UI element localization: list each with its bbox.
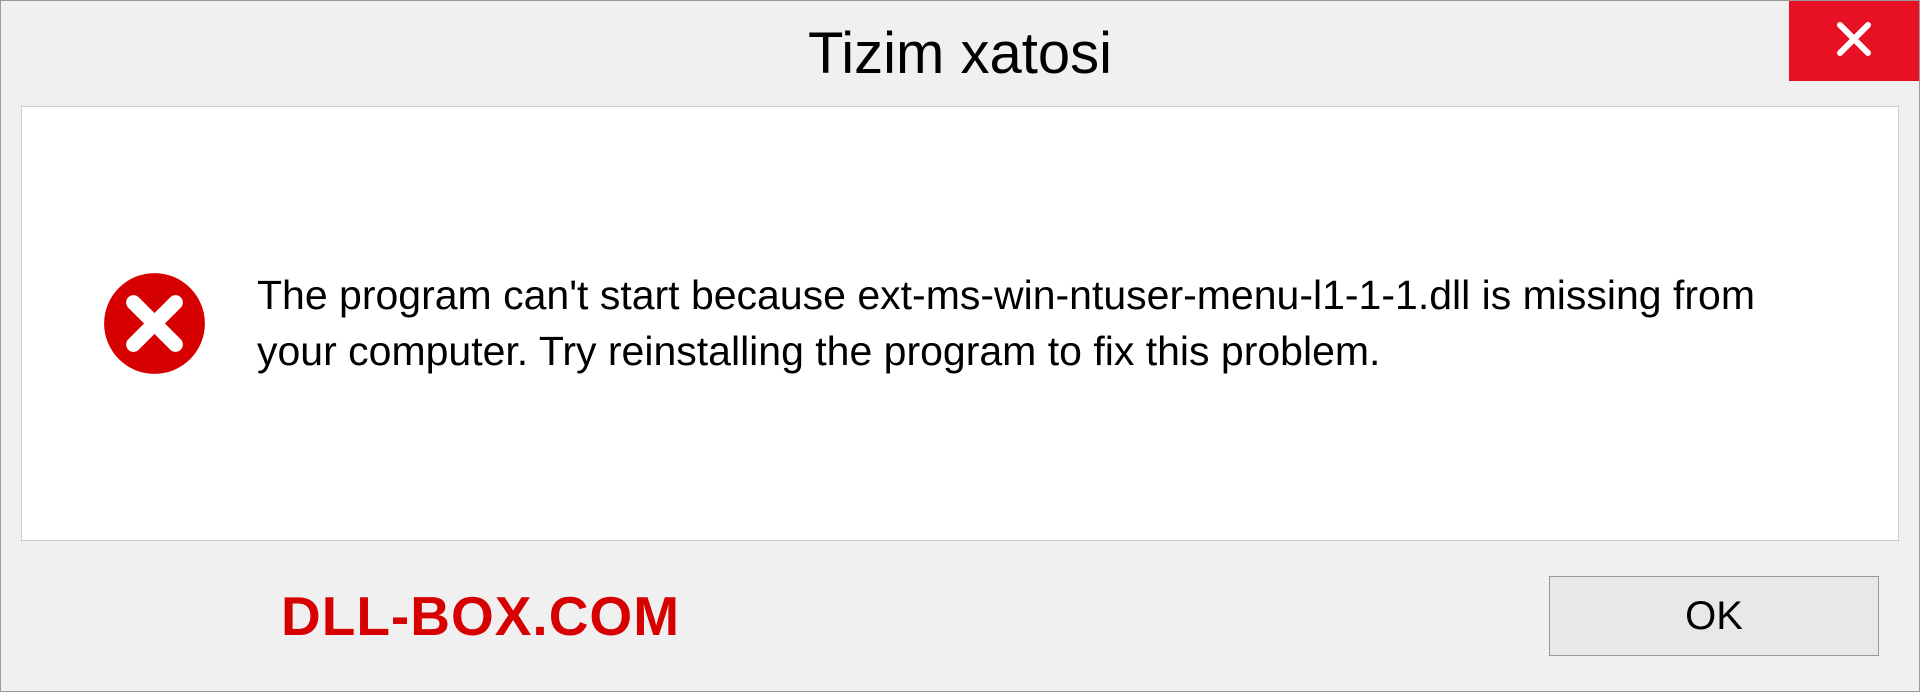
footer: DLL-BOX.COM OK bbox=[1, 561, 1919, 691]
error-dialog: Tizim xatosi The program can't start bec… bbox=[0, 0, 1920, 692]
dialog-title: Tizim xatosi bbox=[808, 20, 1112, 87]
error-message: The program can't start because ext-ms-w… bbox=[257, 268, 1818, 379]
error-icon bbox=[102, 271, 207, 376]
titlebar: Tizim xatosi bbox=[1, 1, 1919, 106]
watermark-text: DLL-BOX.COM bbox=[281, 584, 680, 648]
close-icon bbox=[1834, 19, 1874, 64]
close-button[interactable] bbox=[1789, 1, 1919, 81]
content-area: The program can't start because ext-ms-w… bbox=[21, 106, 1899, 541]
ok-button[interactable]: OK bbox=[1549, 576, 1879, 656]
